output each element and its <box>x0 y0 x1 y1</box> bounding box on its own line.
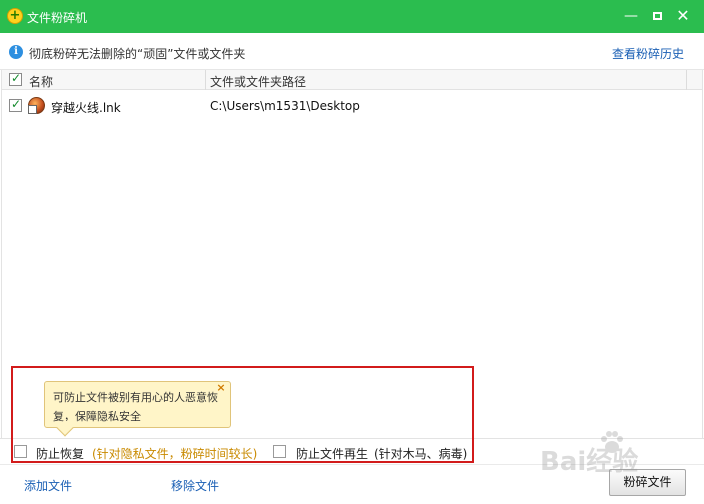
table-row[interactable]: 穿越火线.lnk C:\Users\m1531\Desktop <box>2 95 702 117</box>
tooltip: 可防止文件被别有用心的人恶意恢复，保障隐私安全 × <box>44 381 231 437</box>
info-bar: i 彻底粉碎无法删除的“顽固”文件或文件夹 查看粉碎历史 <box>0 33 704 70</box>
prevent-regen-checkbox[interactable] <box>273 445 286 458</box>
remove-file-link[interactable]: 移除文件 <box>171 477 219 494</box>
tooltip-text: 可防止文件被别有用心的人恶意恢复，保障隐私安全 <box>53 391 218 423</box>
tooltip-close-icon[interactable]: × <box>215 382 227 394</box>
add-file-link[interactable]: 添加文件 <box>24 477 72 494</box>
minimize-button[interactable]: — <box>620 6 642 26</box>
prevent-recovery-label[interactable]: 防止恢复 <box>36 445 84 462</box>
bottom-bar: 添加文件 移除文件 粉碎文件 <box>0 464 704 504</box>
prevent-recovery-note: (针对隐私文件，粉碎时间较长) <box>92 447 258 461</box>
game-shortcut-icon <box>28 97 45 114</box>
close-button[interactable]: ✕ <box>672 6 694 26</box>
maximize-icon <box>652 12 662 20</box>
prevent-regen-note: (针对木马、病毒) <box>374 447 468 461</box>
info-icon: i <box>9 45 23 59</box>
info-text: 彻底粉碎无法删除的“顽固”文件或文件夹 <box>29 47 246 61</box>
table-header: 名称 文件或文件夹路径 <box>2 70 702 90</box>
title-bar: + 文件粉碎机 — ✕ <box>0 0 704 33</box>
select-all-checkbox[interactable] <box>9 71 22 86</box>
file-name: 穿越火线.lnk <box>51 101 121 115</box>
shred-file-button[interactable]: 粉碎文件 <box>609 469 686 496</box>
column-header-path[interactable]: 文件或文件夹路径 <box>210 73 306 90</box>
column-divider[interactable] <box>205 70 206 90</box>
view-history-link[interactable]: 查看粉碎历史 <box>612 45 684 62</box>
options-bar: 防止恢复 (针对隐私文件，粉碎时间较长) 防止文件再生 (针对木马、病毒) <box>0 438 704 464</box>
app-logo-icon: + <box>7 8 23 24</box>
prevent-regen-label[interactable]: 防止文件再生 <box>296 445 368 462</box>
column-divider[interactable] <box>686 70 687 90</box>
file-path: C:\Users\m1531\Desktop <box>210 99 360 113</box>
prevent-recovery-checkbox[interactable] <box>14 445 27 458</box>
maximize-button[interactable] <box>646 6 668 26</box>
window-title: 文件粉碎机 <box>27 11 88 25</box>
column-header-name[interactable]: 名称 <box>29 73 53 90</box>
row-checkbox[interactable] <box>9 97 22 112</box>
